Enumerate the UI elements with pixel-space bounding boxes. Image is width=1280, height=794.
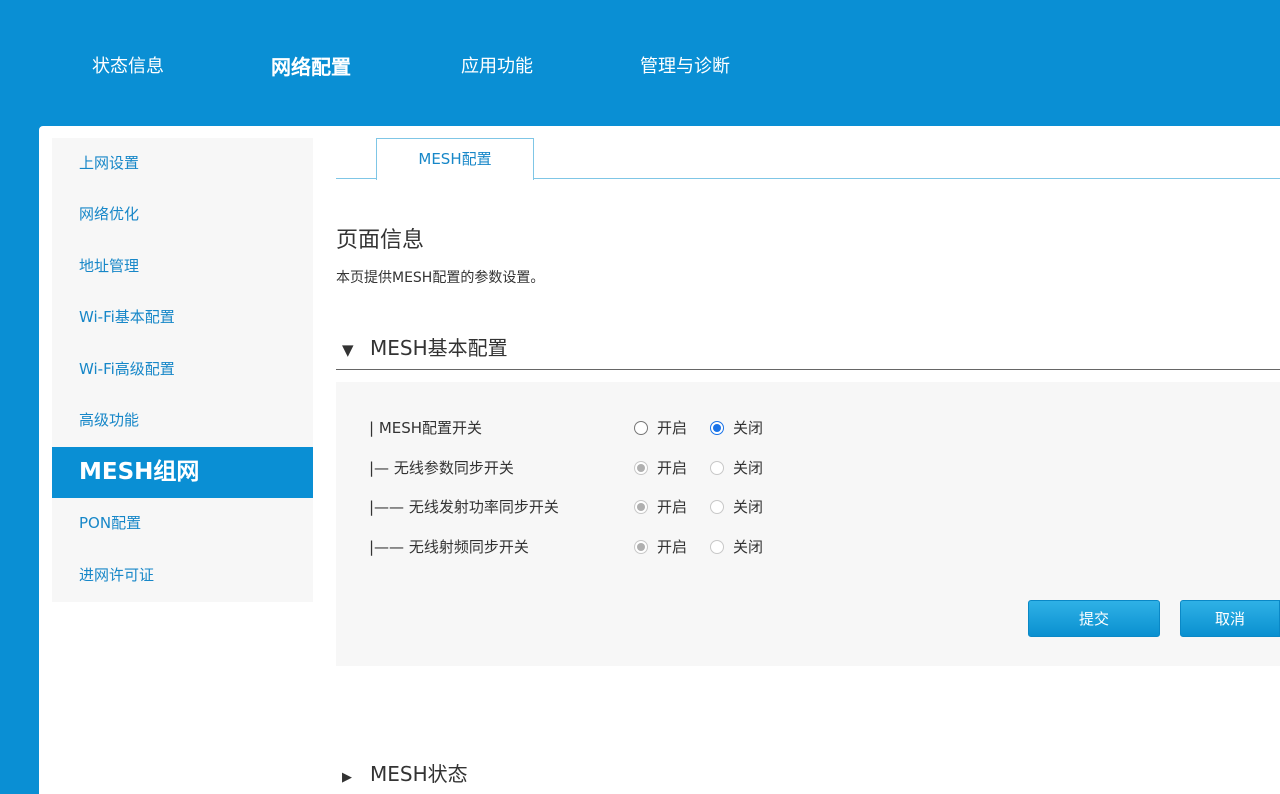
sidebar: 上网设置 网络优化 地址管理 Wi-Fi基本配置 Wi-Fi高级配置 高级功能 … [52,138,313,602]
mesh-switch-off-option[interactable]: 关闭 [710,416,763,440]
section-title: MESH基本配置 [370,336,508,360]
tx-power-sync-on-option[interactable]: 开启 [634,495,687,519]
submit-button[interactable]: 提交 [1028,600,1160,637]
section-divider [336,369,1280,370]
radio-label: 关闭 [733,498,764,516]
radio-label: 开启 [657,498,688,516]
row-label: |— 无线参数同步开关 [369,459,514,477]
wireless-param-sync-off-option[interactable]: 关闭 [710,456,763,480]
row-label: |—— 无线发射功率同步开关 [369,498,559,516]
row-tx-power-sync: |—— 无线发射功率同步开关 开启 关闭 [336,495,1280,519]
sidebar-item-network-optimization[interactable]: 网络优化 [52,189,313,240]
radio-label: 关闭 [733,538,764,556]
triangle-down-icon: ▼ [342,341,354,359]
rf-sync-off-option[interactable]: 关闭 [710,535,763,559]
radio-label: 关闭 [733,419,764,437]
topnav-applications[interactable]: 应用功能 [461,54,533,80]
mesh-basic-rows: | MESH配置开关 开启 关闭 |— 无线参数同步开关 开启 关闭 |—— 无… [336,382,1280,666]
radio-button[interactable] [710,461,724,475]
sidebar-item-advanced-features[interactable]: 高级功能 [52,395,313,446]
page-description: 本页提供MESH配置的参数设置。 [336,270,545,286]
section-header-mesh-basic[interactable]: ▼ MESH基本配置 [336,332,508,361]
rf-sync-on-option[interactable]: 开启 [634,535,687,559]
sidebar-item-network-license[interactable]: 进网许可证 [52,550,313,601]
sidebar-item-address-management[interactable]: 地址管理 [52,241,313,292]
radio-label: 开启 [657,459,688,477]
section-header-mesh-status[interactable]: ▶ MESH状态 [336,758,468,787]
cancel-button[interactable]: 取消 [1180,600,1280,637]
topnav-network-config[interactable]: 网络配置 [271,54,351,80]
mesh-switch-on-option[interactable]: 开启 [634,416,687,440]
radio-button[interactable] [634,461,648,475]
radio-button[interactable] [710,540,724,554]
radio-label: 开启 [657,538,688,556]
section-title: MESH状态 [370,762,468,786]
radio-button[interactable] [634,421,648,435]
row-mesh-switch: | MESH配置开关 开启 关闭 [336,416,1280,440]
sidebar-item-mesh-network[interactable]: MESH组网 [52,447,313,498]
wireless-param-sync-on-option[interactable]: 开启 [634,456,687,480]
radio-button[interactable] [634,500,648,514]
radio-button[interactable] [634,540,648,554]
top-navigation-bar: 状态信息 网络配置 应用功能 管理与诊断 [0,0,1280,126]
topnav-management-diagnostics[interactable]: 管理与诊断 [640,54,730,80]
sidebar-item-pon-config[interactable]: PON配置 [52,498,313,549]
tx-power-sync-off-option[interactable]: 关闭 [710,495,763,519]
row-wireless-param-sync: |— 无线参数同步开关 开启 关闭 [336,456,1280,480]
sidebar-item-internet-settings[interactable]: 上网设置 [52,138,313,189]
row-label: |—— 无线射频同步开关 [369,538,529,556]
triangle-right-icon: ▶ [342,770,352,785]
page-title: 页面信息 [336,228,425,253]
topnav-status-info[interactable]: 状态信息 [92,54,164,80]
tab-mesh-config[interactable]: MESH配置 [376,138,534,180]
radio-label: 关闭 [733,459,764,477]
sidebar-item-wifi-basic[interactable]: Wi-Fi基本配置 [52,292,313,343]
row-rf-sync: |—— 无线射频同步开关 开启 关闭 [336,535,1280,559]
radio-button[interactable] [710,500,724,514]
radio-button[interactable] [710,421,724,435]
row-label: | MESH配置开关 [369,419,483,437]
sidebar-item-wifi-advanced[interactable]: Wi-Fi高级配置 [52,344,313,395]
radio-label: 开启 [657,419,688,437]
